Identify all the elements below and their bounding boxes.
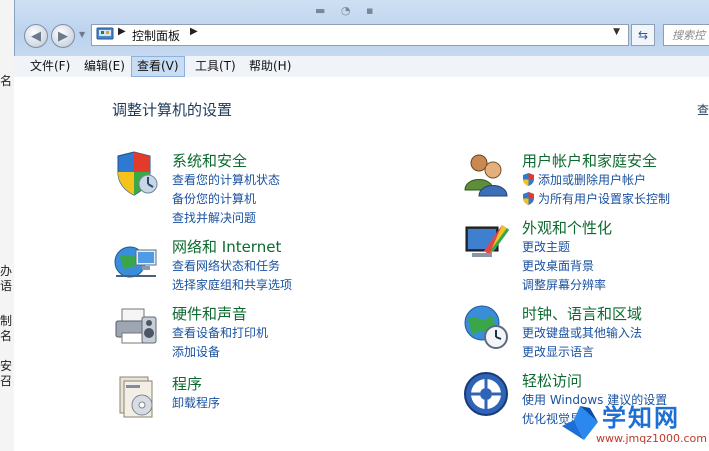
back-button[interactable]: ◀ xyxy=(24,24,48,48)
category-title[interactable]: 网络和 Internet xyxy=(172,236,281,257)
menu-view[interactable]: 查看(V) xyxy=(131,56,185,77)
recent-pages-dropdown-icon[interactable]: ▼ xyxy=(79,30,85,39)
category-title[interactable]: 用户帐户和家庭安全 xyxy=(522,150,657,171)
link-change-display-language[interactable]: 更改显示语言 xyxy=(522,343,594,360)
link-screen-resolution[interactable]: 调整屏幕分辨率 xyxy=(522,276,606,293)
category-user-accounts: 用户帐户和家庭安全 添加或删除用户帐户 为所有用户设置家长控制 xyxy=(462,150,709,206)
background-window-strip: 名 办 语 制 名 安 召 xyxy=(0,0,14,451)
forward-button[interactable]: ▶ xyxy=(51,24,75,48)
printer-icon[interactable] xyxy=(112,303,160,351)
watermark: 学知网 www.jmqz1000.com xyxy=(560,396,709,451)
arrow-right-icon: ▶ xyxy=(58,28,68,44)
watermark-logo-icon xyxy=(562,406,598,440)
shield-icon[interactable] xyxy=(112,150,160,198)
category-title[interactable]: 系统和安全 xyxy=(172,150,247,171)
category-title[interactable]: 外观和个性化 xyxy=(522,217,612,238)
breadcrumb-arrow-icon[interactable]: ▶ xyxy=(118,26,126,37)
uac-shield-icon xyxy=(523,192,534,205)
address-bar[interactable]: ▶ 控制面板 ▶ ▼ xyxy=(91,24,629,46)
watermark-url: www.jmqz1000.com xyxy=(596,432,707,445)
control-panel-icon xyxy=(96,27,114,40)
category-system-security: 系统和安全 查看您的计算机状态 备份您的计算机 查找并解决问题 xyxy=(112,150,332,225)
background-text: 语 xyxy=(0,279,13,293)
link-change-input-methods[interactable]: 更改键盘或其他输入法 xyxy=(522,324,642,341)
control-panel-content: 调整计算机的设置 查 系统和安全 查看您的计算机状态 备份您的计算机 查找并解决… xyxy=(14,77,709,451)
page-title: 调整计算机的设置 xyxy=(112,101,233,119)
link-troubleshoot[interactable]: 查找并解决问题 xyxy=(172,209,256,226)
link-devices-printers[interactable]: 查看设备和打印机 xyxy=(172,324,268,341)
background-text: 名 xyxy=(0,74,13,88)
refresh-icon: ⇆ xyxy=(637,28,649,42)
users-icon[interactable] xyxy=(462,150,510,198)
arrow-left-icon: ◀ xyxy=(31,28,41,44)
breadcrumb-arrow-icon[interactable]: ▶ xyxy=(190,26,198,37)
globe-clock-icon[interactable] xyxy=(462,303,510,351)
breadcrumb-control-panel[interactable]: 控制面板 xyxy=(132,27,180,44)
category-hardware-sound: 硬件和声音 查看设备和打印机 添加设备 xyxy=(112,303,332,359)
link-network-status[interactable]: 查看网络状态和任务 xyxy=(172,257,280,274)
link-add-device[interactable]: 添加设备 xyxy=(172,343,220,360)
menu-tools[interactable]: 工具(T) xyxy=(190,56,241,77)
link-change-theme[interactable]: 更改主题 xyxy=(522,238,570,255)
search-input[interactable]: 搜索控 xyxy=(663,24,709,46)
refresh-button[interactable]: ⇆ xyxy=(631,24,655,46)
search-placeholder: 搜索控 xyxy=(672,29,705,42)
category-title[interactable]: 时钟、语言和区域 xyxy=(522,303,642,324)
background-text: 召 xyxy=(0,374,13,388)
uac-shield-icon xyxy=(523,173,534,186)
menu-edit[interactable]: 编辑(E) xyxy=(79,56,130,77)
category-title[interactable]: 程序 xyxy=(172,373,202,394)
link-backup-computer[interactable]: 备份您的计算机 xyxy=(172,190,256,207)
programs-icon[interactable] xyxy=(112,373,160,421)
ease-of-access-icon[interactable] xyxy=(462,370,510,418)
category-title[interactable]: 轻松访问 xyxy=(522,370,582,391)
link-homegroup-sharing[interactable]: 选择家庭组和共享选项 xyxy=(172,276,292,293)
category-clock-language-region: 时钟、语言和区域 更改键盘或其他输入法 更改显示语言 xyxy=(462,303,709,359)
menu-bar: 文件(F) 编辑(E) 查看(V) 工具(T) 帮助(H) xyxy=(14,56,709,78)
link-change-desktop-background[interactable]: 更改桌面背景 xyxy=(522,257,594,274)
link-parental-controls[interactable]: 为所有用户设置家长控制 xyxy=(538,190,670,207)
link-add-remove-accounts[interactable]: 添加或删除用户帐户 xyxy=(538,171,646,188)
category-programs: 程序 卸载程序 xyxy=(112,373,332,418)
category-appearance: 外观和个性化 更改主题 更改桌面背景 调整屏幕分辨率 xyxy=(462,217,709,292)
view-by-label[interactable]: 查 xyxy=(697,101,709,118)
watermark-name: 学知网 xyxy=(602,404,680,432)
network-globe-icon[interactable] xyxy=(112,236,160,284)
link-view-computer-status[interactable]: 查看您的计算机状态 xyxy=(172,171,280,188)
title-bar-icons: ▬ ◔ ▪ xyxy=(315,4,380,17)
appearance-icon[interactable] xyxy=(462,217,510,265)
category-title[interactable]: 硬件和声音 xyxy=(172,303,247,324)
category-network-internet: 网络和 Internet 查看网络状态和任务 选择家庭组和共享选项 xyxy=(112,236,332,292)
menu-file[interactable]: 文件(F) xyxy=(25,56,75,77)
background-text: 名 xyxy=(0,329,13,343)
address-dropdown-icon[interactable]: ▼ xyxy=(613,27,620,37)
link-uninstall-program[interactable]: 卸载程序 xyxy=(172,394,220,411)
menu-help[interactable]: 帮助(H) xyxy=(244,56,296,77)
window-chrome: ▬ ◔ ▪ ◀ ▶ ▼ ▶ 控制面板 ▶ ▼ ⇆ 搜索控 xyxy=(14,0,709,56)
